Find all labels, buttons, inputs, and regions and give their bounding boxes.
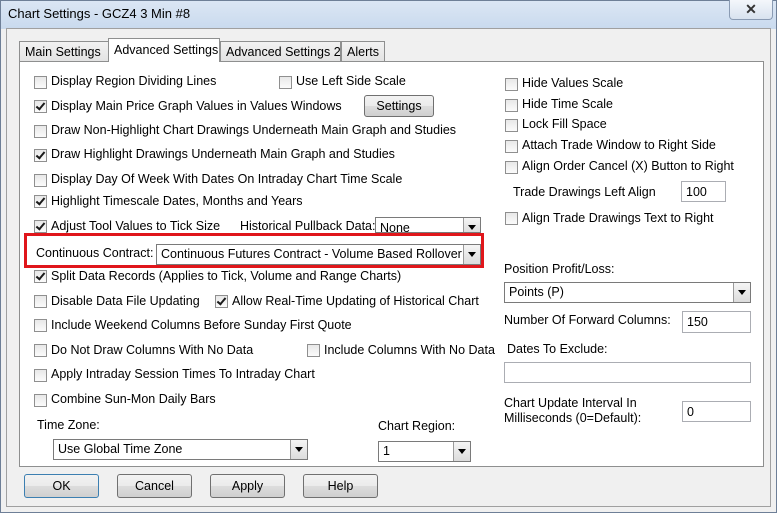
tab-alerts[interactable]: Alerts (341, 41, 385, 61)
display-main-price-graph-values-label: Display Main Price Graph Values in Value… (51, 99, 342, 113)
do-not-draw-columns-checkbox[interactable] (34, 344, 47, 357)
include-columns-no-data-checkbox[interactable] (307, 344, 320, 357)
update-interval-label-line2: Milliseconds (0=Default): (504, 411, 642, 425)
time-zone-select[interactable]: Use Global Time Zone (53, 439, 308, 460)
tab-main-settings[interactable]: Main Settings (19, 41, 115, 61)
chart-region-value: 1 (383, 444, 390, 458)
adjust-tool-values-checkbox[interactable] (34, 220, 47, 233)
position-pl-select[interactable]: Points (P) (504, 282, 751, 303)
split-data-records-checkbox[interactable] (34, 270, 47, 283)
hide-time-scale-checkbox[interactable] (505, 99, 518, 112)
display-day-of-week-checkbox[interactable] (34, 174, 47, 187)
include-weekend-columns-label: Include Weekend Columns Before Sunday Fi… (51, 318, 352, 332)
lock-fill-space-label: Lock Fill Space (522, 117, 607, 131)
draw-highlight-checkbox[interactable] (34, 149, 47, 162)
chevron-down-icon (733, 283, 750, 302)
draw-highlight-label: Draw Highlight Drawings Underneath Main … (51, 147, 395, 161)
dates-to-exclude-input[interactable] (504, 362, 751, 383)
update-interval-label-line1: Chart Update Interval In (504, 396, 637, 410)
chevron-down-icon (463, 218, 480, 232)
update-interval-input[interactable]: 0 (682, 401, 751, 422)
apply-intraday-session-label: Apply Intraday Session Times To Intraday… (51, 367, 315, 381)
display-region-dividing-lines-label: Display Region Dividing Lines (51, 74, 217, 88)
position-pl-value: Points (P) (509, 285, 564, 299)
tab-advanced-settings[interactable]: Advanced Settings (108, 38, 220, 62)
trade-drawings-left-align-input[interactable]: 100 (681, 181, 726, 202)
disable-data-file-updating-label: Disable Data File Updating (51, 294, 200, 308)
allow-realtime-updating-checkbox[interactable] (215, 295, 228, 308)
chart-region-label: Chart Region: (378, 419, 456, 433)
do-not-draw-columns-label: Do Not Draw Columns With No Data (51, 343, 254, 357)
draw-non-highlight-checkbox[interactable] (34, 125, 47, 138)
ok-button[interactable]: OK (24, 474, 99, 498)
historical-pullback-select[interactable]: None (375, 217, 481, 233)
use-left-side-scale-checkbox[interactable] (279, 76, 292, 89)
annotation-highlight-box (24, 233, 484, 268)
apply-intraday-session-checkbox[interactable] (34, 369, 47, 382)
hide-time-scale-label: Hide Time Scale (522, 97, 614, 111)
use-left-side-scale-label: Use Left Side Scale (296, 74, 406, 88)
trade-drawings-left-align-label: Trade Drawings Left Align (513, 185, 656, 199)
historical-pullback-label: Historical Pullback Data: (240, 219, 376, 233)
include-weekend-columns-checkbox[interactable] (34, 319, 47, 332)
historical-pullback-value: None (380, 221, 410, 233)
chart-region-select[interactable]: 1 (378, 441, 471, 462)
attach-trade-window-checkbox[interactable] (505, 140, 518, 153)
help-button[interactable]: Help (303, 474, 378, 498)
include-columns-no-data-label: Include Columns With No Data (324, 343, 495, 357)
align-trade-drawings-text-label: Align Trade Drawings Text to Right (522, 211, 714, 225)
combine-sun-mon-checkbox[interactable] (34, 394, 47, 407)
lock-fill-space-checkbox[interactable] (505, 119, 518, 132)
apply-button[interactable]: Apply (210, 474, 285, 498)
hide-values-scale-checkbox[interactable] (505, 78, 518, 91)
title-bar: Chart Settings - GCZ4 3 Min #8 ✕ (0, 0, 777, 28)
close-button[interactable]: ✕ (729, 0, 773, 20)
tab-advanced-settings-2[interactable]: Advanced Settings 2 (220, 41, 341, 61)
align-trade-drawings-text-checkbox[interactable] (505, 212, 518, 225)
combine-sun-mon-label: Combine Sun-Mon Daily Bars (51, 392, 216, 406)
highlight-timescale-checkbox[interactable] (34, 195, 47, 208)
display-main-price-graph-values-checkbox[interactable] (34, 100, 47, 113)
time-zone-label: Time Zone: (37, 418, 100, 432)
highlight-timescale-label: Highlight Timescale Dates, Months and Ye… (51, 194, 303, 208)
allow-realtime-updating-label: Allow Real-Time Updating of Historical C… (232, 294, 479, 308)
attach-trade-window-label: Attach Trade Window to Right Side (522, 138, 716, 152)
split-data-records-label: Split Data Records (Applies to Tick, Vol… (51, 269, 402, 283)
position-pl-label: Position Profit/Loss: (504, 262, 615, 276)
forward-columns-label: Number Of Forward Columns: (504, 313, 671, 327)
time-zone-value: Use Global Time Zone (58, 442, 183, 456)
cancel-button[interactable]: Cancel (117, 474, 192, 498)
chevron-down-icon (290, 440, 307, 459)
align-order-cancel-checkbox[interactable] (505, 161, 518, 174)
adjust-tool-values-label: Adjust Tool Values to Tick Size (51, 219, 221, 233)
align-order-cancel-label: Align Order Cancel (X) Button to Right (522, 159, 734, 173)
settings-button[interactable]: Settings (364, 95, 434, 117)
disable-data-file-updating-checkbox[interactable] (34, 295, 47, 308)
draw-non-highlight-label: Draw Non-Highlight Chart Drawings Undern… (51, 123, 457, 137)
chevron-down-icon (453, 442, 470, 461)
forward-columns-input[interactable]: 150 (682, 311, 751, 333)
hide-values-scale-label: Hide Values Scale (522, 76, 624, 90)
dates-to-exclude-label: Dates To Exclude: (507, 342, 608, 356)
window-title: Chart Settings - GCZ4 3 Min #8 (8, 6, 191, 21)
display-day-of-week-label: Display Day Of Week With Dates On Intrad… (51, 172, 403, 186)
display-region-dividing-lines-checkbox[interactable] (34, 76, 47, 89)
